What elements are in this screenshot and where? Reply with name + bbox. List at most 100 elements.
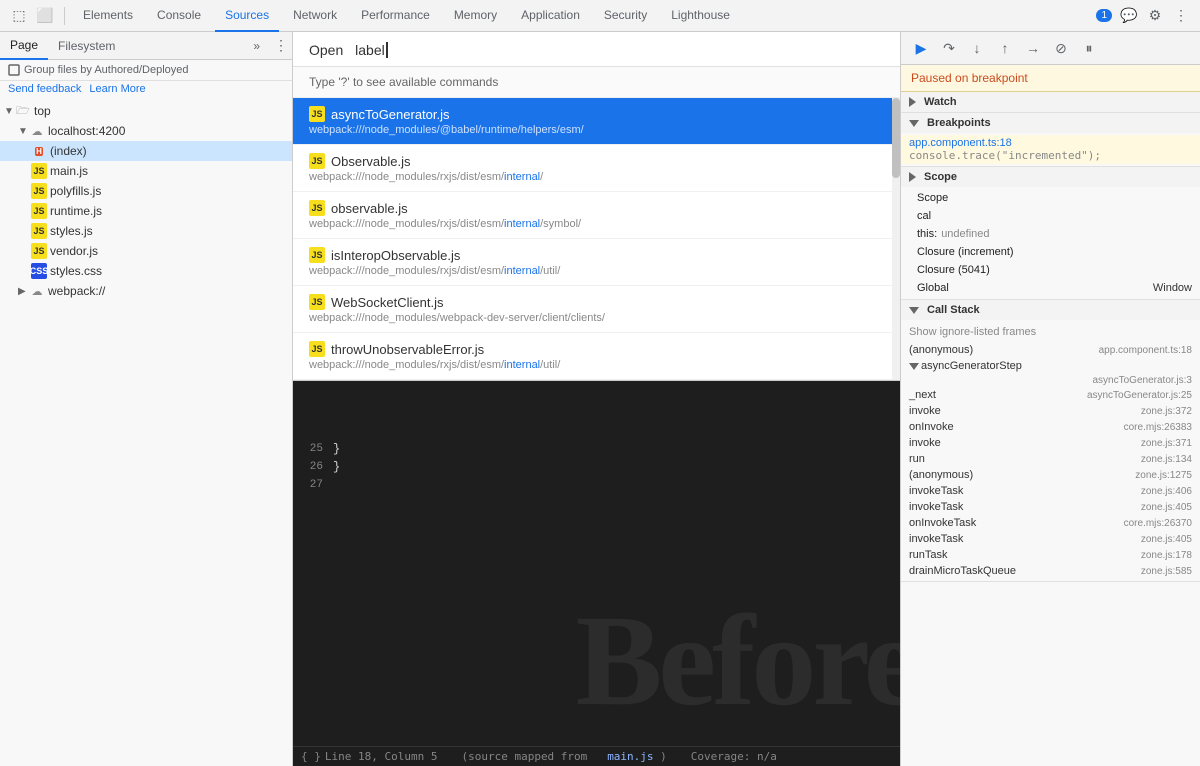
cs-sub-loc: asyncToGenerator.js:3 [1093,375,1193,386]
step-out-button[interactable]: ↑ [993,36,1017,60]
breakpoints-header[interactable]: Breakpoints [901,113,1200,133]
call-stack-anonymous[interactable]: (anonymous) app.component.ts:18 [901,342,1200,358]
tab-application[interactable]: Application [511,0,590,32]
cs-loc-invoketask1: zone.js:406 [1141,486,1192,497]
call-stack-invoketask2[interactable]: invokeTask zone.js:405 [901,499,1200,515]
call-stack-section: Call Stack Show ignore-listed frames (an… [901,300,1200,582]
file-open-hint: Type '?' to see available commands [293,67,900,98]
js-file-icon-2: JS [309,200,325,216]
call-stack-next[interactable]: _next asyncToGenerator.js:25 [901,387,1200,403]
call-stack-runtask[interactable]: runTask zone.js:178 [901,547,1200,563]
step-button[interactable]: → [1021,36,1045,60]
file-list-item-4[interactable]: JS WebSocketClient.js webpack:///node_mo… [293,286,900,333]
sidebar-more-icon[interactable]: » [247,39,266,53]
open-query[interactable]: label [355,42,388,58]
tab-performance[interactable]: Performance [351,0,440,32]
tab-network[interactable]: Network [283,0,347,32]
scope-label-closure-5041: Closure (5041) [917,264,990,276]
tree-item-styles-css[interactable]: CSS styles.css [0,261,292,281]
scope-section: Scope Scope cal this: undefined Closure … [901,167,1200,300]
tree-item-index[interactable]: H (index) [0,141,292,161]
inspect-icon[interactable]: ⬚ [8,5,30,27]
call-stack-oninvoketask[interactable]: onInvokeTask core.mjs:26370 [901,515,1200,531]
file-tree: ▼ 🗁 top ▼ ☁ localhost:4200 H (index) [0,97,292,766]
call-stack-asyncgen[interactable]: asyncGeneratorStep [901,358,1200,374]
pause-on-exception-button[interactable]: ⏸ [1077,36,1101,60]
code-line-27: 27 [293,476,900,494]
tab-memory[interactable]: Memory [444,0,507,32]
deactivate-button[interactable]: ⊘ [1049,36,1073,60]
scope-row-scope: Scope [901,189,1200,207]
step-into-button[interactable]: ↓ [965,36,989,60]
sidebar-tab-page[interactable]: Page [0,32,48,60]
file-path-0: webpack:///node_modules/@babel/runtime/h… [309,124,884,136]
file-list-item-5[interactable]: JS throwUnobservableError.js webpack:///… [293,333,900,380]
sidebar-tab-filesystem[interactable]: Filesystem [48,32,125,60]
call-stack-invoke1[interactable]: invoke zone.js:372 [901,403,1200,419]
tab-security[interactable]: Security [594,0,657,32]
call-stack-header[interactable]: Call Stack [901,300,1200,320]
tree-item-main[interactable]: JS main.js [0,161,292,181]
watch-header[interactable]: Watch [901,92,1200,112]
scope-arrow [909,172,916,182]
send-feedback-link[interactable]: Send feedback [8,83,81,95]
scrollbar-track[interactable] [892,98,900,380]
tree-item-styles-js[interactable]: JS styles.js [0,221,292,241]
status-source-map-label: (source mapped from [461,750,587,763]
right-panel: ▶ ↷ ↓ ↑ → ⊘ ⏸ Paused on breakpoint Watch [900,32,1200,766]
tree-item-localhost[interactable]: ▼ ☁ localhost:4200 [0,121,292,141]
tab-elements[interactable]: Elements [73,0,143,32]
tree-arrow-localhost: ▼ [18,126,30,137]
tab-console[interactable]: Console [147,0,211,32]
js-file-icon-4: JS [309,294,325,310]
cs-loc-oninvoketask: core.mjs:26370 [1124,518,1192,529]
status-coverage: Coverage: n/a [691,750,777,763]
file-list-item-1[interactable]: JS Observable.js webpack:///node_modules… [293,145,900,192]
call-stack-run[interactable]: run zone.js:134 [901,451,1200,467]
status-source-file[interactable]: main.js [607,750,653,763]
tab-sources[interactable]: Sources [215,0,279,32]
scrollbar-thumb[interactable] [892,98,900,178]
tree-item-top[interactable]: ▼ 🗁 top [0,101,292,121]
scope-row-this: this: undefined [901,225,1200,243]
tree-item-webpack[interactable]: ▶ ☁ webpack:// [0,281,292,301]
file-list-item-0[interactable]: JS asyncToGenerator.js webpack:///node_m… [293,98,900,145]
breakpoint-file-0[interactable]: app.component.ts:18 [909,137,1101,149]
resume-button[interactable]: ▶ [909,36,933,60]
sidebar-links: Send feedback Learn More [0,81,292,97]
more-icon[interactable]: ⋮ [1170,5,1192,27]
cs-loc-invoketask2: zone.js:405 [1141,502,1192,513]
file-list-item-3[interactable]: JS isInteropObservable.js webpack:///nod… [293,239,900,286]
file-list-item-2[interactable]: JS observable.js webpack:///node_modules… [293,192,900,239]
center-panel: Open label Type '?' to see available com… [293,32,900,766]
main-layout: Page Filesystem » ⋮ Group files by Autho… [0,32,1200,766]
chat-icon[interactable]: 💬 [1118,5,1140,27]
tab-lighthouse[interactable]: Lighthouse [661,0,740,32]
call-stack-content: Show ignore-listed frames (anonymous) ap… [901,320,1200,581]
file-path-highlight-3: internal [504,265,540,277]
scope-header[interactable]: Scope [901,167,1200,187]
cs-name-run: run [909,453,1141,465]
tree-item-vendor[interactable]: JS vendor.js [0,241,292,261]
call-stack-invoketask1[interactable]: invokeTask zone.js:406 [901,483,1200,499]
call-stack-anon2[interactable]: (anonymous) zone.js:1275 [901,467,1200,483]
call-stack-oninvoke[interactable]: onInvoke core.mjs:26383 [901,419,1200,435]
tree-label-styles-css: styles.css [50,264,102,278]
ignore-listed-btn[interactable]: Show ignore-listed frames [901,322,1200,342]
learn-more-link[interactable]: Learn More [89,83,145,95]
debugger-controls: ▶ ↷ ↓ ↑ → ⊘ ⏸ [901,32,1200,65]
tree-item-polyfills[interactable]: JS polyfills.js [0,181,292,201]
file-name-3: JS isInteropObservable.js [309,247,884,263]
sidebar-options-icon[interactable]: ⋮ [270,35,292,57]
call-stack-invoketask3[interactable]: invokeTask zone.js:405 [901,531,1200,547]
settings-icon[interactable]: ⚙ [1144,5,1166,27]
call-stack-invoke2[interactable]: invoke zone.js:371 [901,435,1200,451]
status-line-col-icon[interactable]: { } [301,750,321,763]
tree-item-runtime[interactable]: JS runtime.js [0,201,292,221]
scope-label-closure-inc: Closure (increment) [917,246,1014,258]
breakpoints-content: app.component.ts:18 console.trace("incre… [901,133,1200,166]
step-over-button[interactable]: ↷ [937,36,961,60]
call-stack-drain[interactable]: drainMicroTaskQueue zone.js:585 [901,563,1200,579]
device-icon[interactable]: ⬜ [34,5,56,27]
code-26: } [333,460,340,474]
